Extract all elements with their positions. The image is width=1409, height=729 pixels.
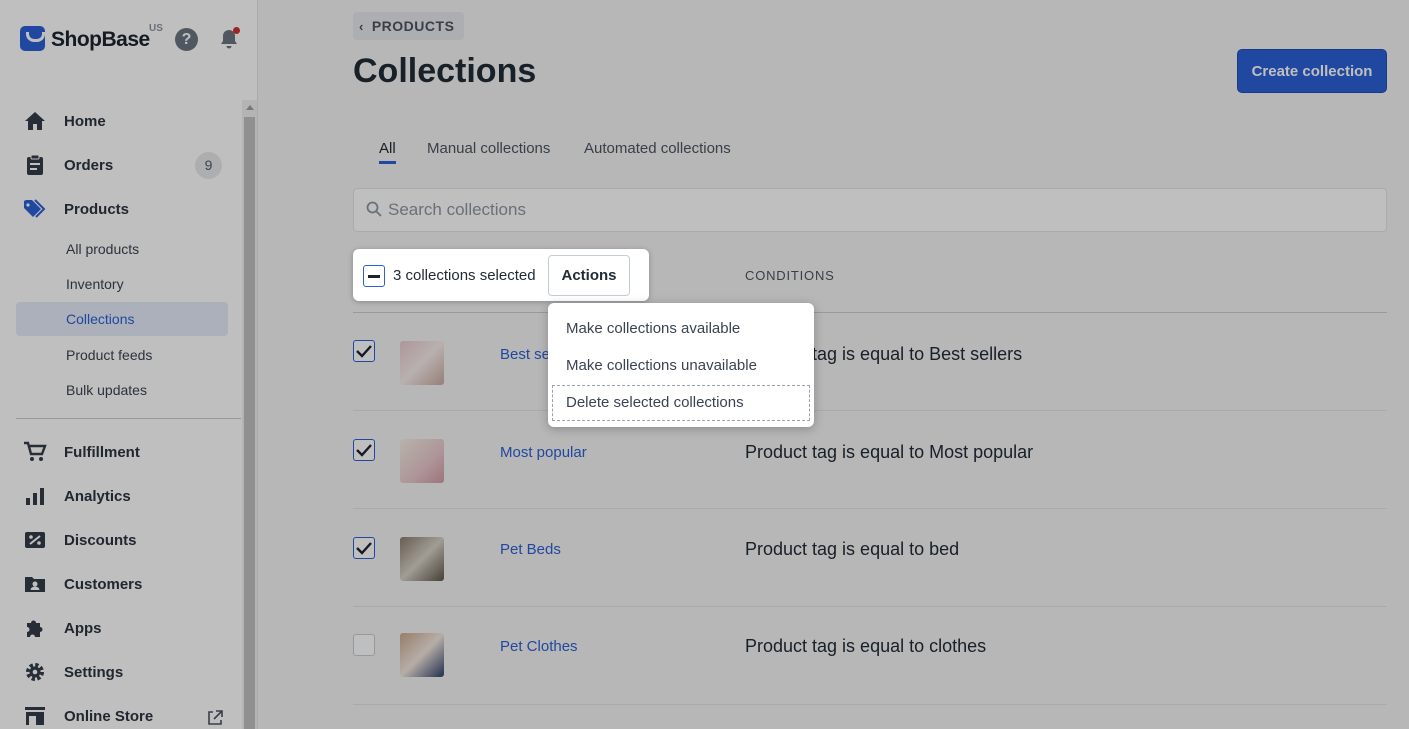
selected-count-text: 3 collections selected [393,267,536,284]
bulk-action-bar: 3 collections selected Actions [353,249,649,301]
deselect-all-checkbox[interactable] [363,265,385,287]
menu-item-make-unavailable[interactable]: Make collections unavailable [552,348,810,384]
actions-dropdown-menu: Make collections available Make collecti… [548,303,814,427]
actions-button[interactable]: Actions [548,255,630,296]
menu-item-delete-selected[interactable]: Delete selected collections [552,385,810,421]
menu-item-make-available[interactable]: Make collections available [552,311,810,347]
